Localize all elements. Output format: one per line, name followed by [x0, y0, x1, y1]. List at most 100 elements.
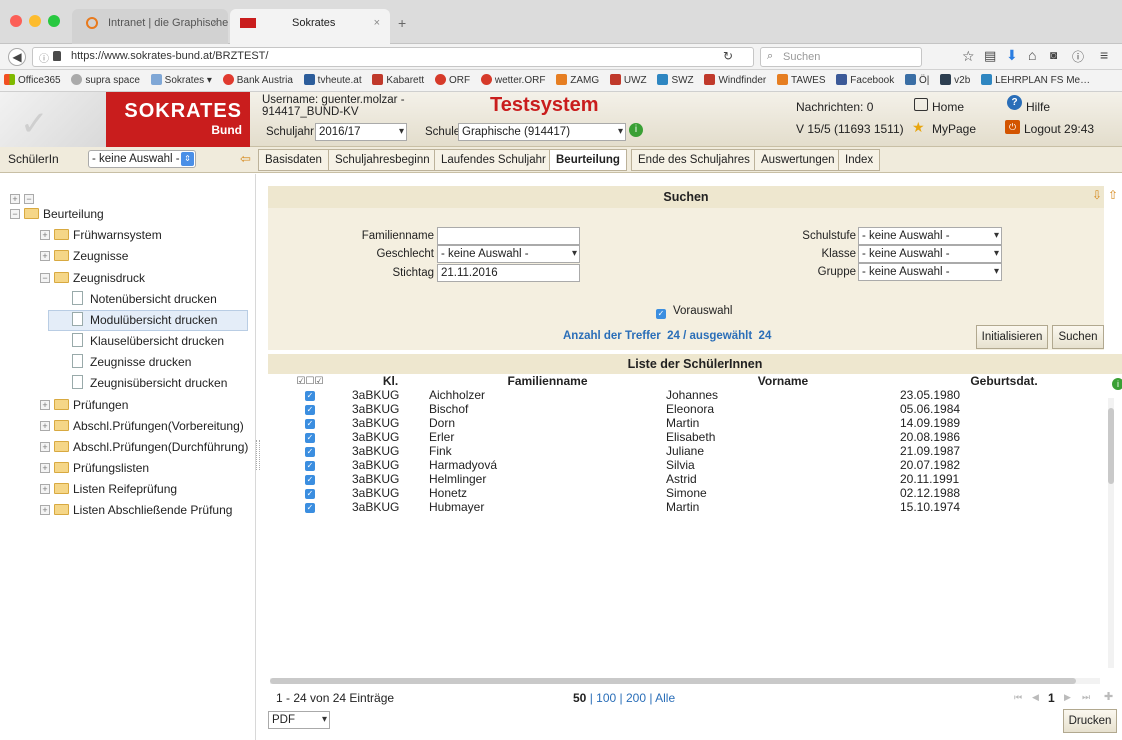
bookmark-star-icon[interactable]: ☆: [962, 48, 975, 65]
print-button[interactable]: Drucken: [1063, 709, 1117, 733]
bookmark-kabarett[interactable]: Kabarett: [368, 70, 428, 91]
bookmark-sokrates[interactable]: Sokrates ▾: [147, 70, 216, 91]
bookmark-bank-austria[interactable]: Bank Austria: [219, 70, 297, 91]
row-checkbox-cell[interactable]: ✓: [268, 472, 352, 486]
bookmark-facebook[interactable]: Facebook: [832, 70, 898, 91]
bookmark-swz[interactable]: SWZ: [653, 70, 697, 91]
bookmark-tawes[interactable]: TAWES: [773, 70, 829, 91]
row-checkbox-cell[interactable]: ✓: [268, 402, 352, 416]
info-circle-icon[interactable]: ⓘ: [1072, 48, 1084, 65]
column-header-familienname[interactable]: Familienname: [429, 374, 666, 388]
tree-node-listen-reifepruefung[interactable]: + Listen Reifeprüfung: [40, 479, 177, 499]
close-window-button[interactable]: [10, 15, 22, 27]
tree-node-zeugnisdruck[interactable]: − Zeugnisdruck: [40, 268, 145, 288]
gruppe-select[interactable]: - keine Auswahl -: [858, 263, 1002, 281]
tree-node-abschl-pruefungen-durchfuehrung[interactable]: + Abschl.Prüfungen(Durchführung): [40, 437, 248, 457]
tree-node-abschl-pruefungen-vorbereitung[interactable]: + Abschl.Prüfungen(Vorbereitung): [40, 416, 244, 436]
tree-node-notenuebersicht-drucken[interactable]: Notenübersicht drucken: [72, 289, 217, 309]
page-size-alle[interactable]: Alle: [655, 691, 675, 705]
info-icon[interactable]: ⓘ: [39, 50, 49, 65]
table-row[interactable]: ✓ 3aBKUG Helmlinger Astrid 20.11.1991: [268, 472, 1108, 486]
checkbox-checked-icon[interactable]: ✓: [305, 446, 315, 457]
klasse-select[interactable]: - keine Auswahl -: [858, 245, 1002, 263]
checkbox-checked-icon[interactable]: ✓: [305, 404, 315, 415]
schulstufe-select[interactable]: - keine Auswahl -: [858, 227, 1002, 245]
schueler-select[interactable]: - keine Auswahl - ⇕: [88, 150, 196, 168]
close-tab-icon[interactable]: ×: [374, 9, 380, 37]
horizontal-scrollbar[interactable]: [270, 678, 1100, 684]
checkbox-checked-icon[interactable]: ✓: [305, 460, 315, 471]
table-row[interactable]: ✓ 3aBKUG Aichholzer Johannes 23.05.1980: [268, 388, 1108, 402]
next-page-icon[interactable]: ▶: [1064, 692, 1071, 703]
tree-node-pruefungslisten[interactable]: + Prüfungslisten: [40, 458, 149, 478]
bookmark-wetter-orf[interactable]: wetter.ORF: [477, 70, 550, 91]
table-row[interactable]: ✓ 3aBKUG Honetz Simone 02.12.1988: [268, 486, 1108, 500]
tree-node-pruefungen[interactable]: + Prüfungen: [40, 395, 128, 415]
reading-list-icon[interactable]: ▤: [984, 48, 996, 64]
page-size-100[interactable]: 100: [596, 691, 616, 705]
row-checkbox-cell[interactable]: ✓: [268, 500, 352, 514]
expand-icon[interactable]: +: [40, 463, 50, 473]
table-row[interactable]: ✓ 3aBKUG Fink Juliane 21.09.1987: [268, 444, 1108, 458]
schuljahr-select[interactable]: 2016/17: [315, 123, 407, 141]
zoom-window-button[interactable]: [48, 15, 60, 27]
home-link[interactable]: Home: [932, 100, 964, 114]
splitter-handle[interactable]: [256, 440, 260, 470]
arrow-up-icon[interactable]: ⇧: [1108, 188, 1118, 202]
row-checkbox-cell[interactable]: ✓: [268, 458, 352, 472]
checkbox-checked-icon[interactable]: ✓: [305, 488, 315, 499]
pocket-icon[interactable]: ◙: [1050, 48, 1057, 62]
vorauswahl-checkbox[interactable]: ✓: [656, 306, 666, 320]
schule-select[interactable]: Graphische (914417): [458, 123, 626, 141]
page-size-50[interactable]: 50: [573, 691, 586, 705]
expand-icon[interactable]: +: [40, 400, 50, 410]
collapse-icon[interactable]: −: [10, 209, 20, 219]
collapse-panel-icon[interactable]: ⇦: [240, 151, 251, 167]
row-checkbox-cell[interactable]: ✓: [268, 388, 352, 402]
help-link[interactable]: Hilfe: [1026, 100, 1050, 114]
familienname-input[interactable]: [437, 227, 580, 245]
expand-all-icon[interactable]: +: [10, 194, 20, 204]
column-header-vorname[interactable]: Vorname: [666, 374, 900, 388]
tree-node-listen-abschliessende-pruefung[interactable]: + Listen Abschließende Prüfung: [40, 500, 232, 520]
logout-link[interactable]: Logout 29:43: [1024, 122, 1094, 136]
stichtag-input[interactable]: 21.11.2016: [437, 264, 580, 282]
collapse-all-icon[interactable]: −: [24, 194, 34, 204]
back-icon[interactable]: ◀: [8, 48, 26, 66]
home-icon[interactable]: ⌂: [1028, 47, 1036, 63]
bookmark-oe[interactable]: Ö|: [901, 70, 933, 91]
row-checkbox-cell[interactable]: ✓: [268, 430, 352, 444]
checkbox-checked-icon[interactable]: ✓: [305, 432, 315, 443]
expand-icon[interactable]: +: [40, 251, 50, 261]
bookmark-windfinder[interactable]: Windfinder: [700, 70, 770, 91]
menu-icon[interactable]: ≡: [1100, 47, 1108, 63]
download-icon[interactable]: ⬇: [1006, 47, 1018, 64]
column-header-geburtsdat[interactable]: Geburtsdat.: [900, 374, 1108, 388]
table-row[interactable]: ✓ 3aBKUG Erler Elisabeth 20.08.1986: [268, 430, 1108, 444]
expand-icon[interactable]: +: [40, 505, 50, 515]
minimize-window-button[interactable]: [29, 15, 41, 27]
tab-beurteilung[interactable]: Beurteilung: [549, 149, 627, 171]
bookmark-uwz[interactable]: UWZ: [606, 70, 651, 91]
checkbox-checked-icon[interactable]: ✓: [305, 474, 315, 485]
select-all-header[interactable]: ☑☐☑: [268, 374, 352, 388]
tab-schuljahresbeginn[interactable]: Schuljahresbeginn: [328, 149, 437, 171]
arrow-down-icon[interactable]: ⇩: [1092, 188, 1102, 202]
initialize-button[interactable]: Initialisieren: [976, 325, 1048, 349]
tab-ende-des-schuljahres[interactable]: Ende des Schuljahres: [631, 149, 757, 171]
info-icon[interactable]: i: [629, 123, 643, 137]
bookmark-supra-space[interactable]: supra space: [67, 70, 143, 91]
checkbox-checked-icon[interactable]: ✓: [305, 390, 315, 401]
search-button[interactable]: Suchen: [1052, 325, 1104, 349]
tree-node-moduluebersicht-drucken[interactable]: Modulübersicht drucken: [72, 310, 217, 330]
bookmark-orf[interactable]: ORF: [431, 70, 474, 91]
bookmark-zamg[interactable]: ZAMG: [552, 70, 603, 91]
refresh-icon[interactable]: ✚: [1104, 690, 1113, 703]
geschlecht-select[interactable]: - keine Auswahl -: [437, 245, 580, 263]
page-size-200[interactable]: 200: [626, 691, 646, 705]
prev-page-icon[interactable]: ◀: [1032, 692, 1039, 703]
tree-node-zeugnisuebersicht-drucken[interactable]: Zeugnisübersicht drucken: [72, 373, 227, 393]
tab-laufendes-schuljahr[interactable]: Laufendes Schuljahr: [434, 149, 553, 171]
mypage-link[interactable]: MyPage: [932, 122, 976, 136]
bookmark-lehrplan[interactable]: LEHRPLAN FS Me…: [977, 70, 1094, 91]
